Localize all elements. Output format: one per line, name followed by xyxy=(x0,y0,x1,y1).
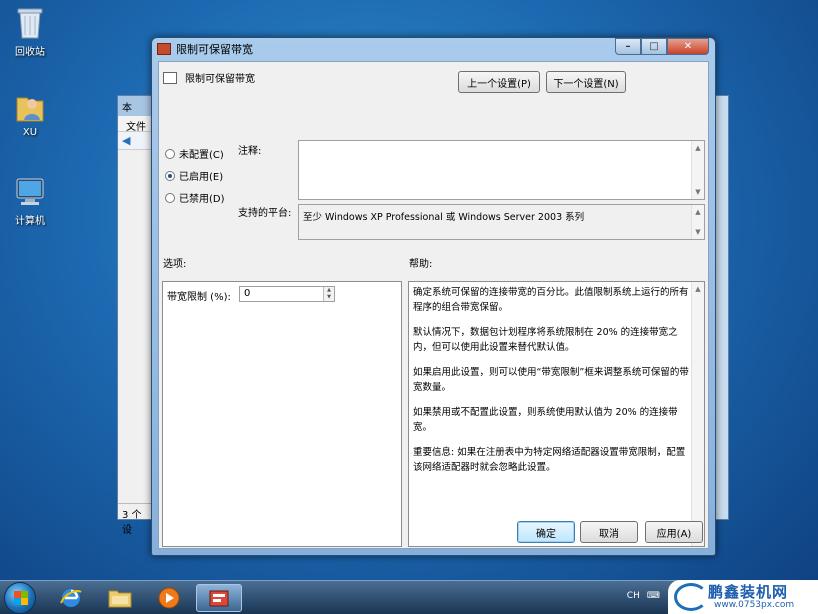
windows-logo-icon xyxy=(14,591,28,605)
desktop-icon-label: 计算机 xyxy=(15,216,45,227)
help-panel: 确定系统可保留的连接带宽的百分比。此值限制系统上运行的所有程序的组合带宽保留。 … xyxy=(408,281,705,547)
background-window-status-text: 3 个设 xyxy=(122,510,142,536)
policy-icon xyxy=(157,43,171,55)
radio-dot[interactable] xyxy=(165,148,175,159)
dialog-header: 限制可保留带宽 xyxy=(163,70,255,85)
background-window-title-text: 本 xyxy=(122,103,132,114)
options-label: 选项: xyxy=(163,259,187,270)
menu-file[interactable]: 文件 xyxy=(126,122,146,133)
site-url: www.0753px.com xyxy=(714,600,795,610)
user-folder-icon xyxy=(14,90,46,124)
bandwidth-limit-label: 带宽限制 (%): xyxy=(167,292,231,303)
comment-scrollbar[interactable]: ▲ ▼ xyxy=(691,141,704,199)
setting-icon xyxy=(163,71,177,84)
platform-field: 至少 Windows XP Professional 或 Windows Ser… xyxy=(298,204,705,240)
policy-dialog: 限制可保留带宽 – □ ✕ 限制可保留带宽 上一个设置(P) 下一个设置(N) … xyxy=(151,37,716,556)
desktop-icon-label: XU xyxy=(22,127,38,138)
back-arrow-icon[interactable]: ◀ xyxy=(122,134,130,147)
radio-dot[interactable] xyxy=(165,192,175,203)
taskbar-ie[interactable] xyxy=(48,584,94,612)
background-window-status: 3 个设 xyxy=(118,503,154,536)
site-logo-icon xyxy=(674,583,708,611)
taskbar-media-player[interactable] xyxy=(146,584,192,612)
options-panel: 带宽限制 (%): 0 ▲ ▼ xyxy=(162,281,402,547)
keyboard-icon[interactable]: ⌨ xyxy=(647,591,660,601)
internet-explorer-icon xyxy=(60,589,82,607)
platform-label: 支持的平台: xyxy=(238,208,292,219)
dialog-client: 限制可保留带宽 上一个设置(P) 下一个设置(N) 未配置(C) 已启用(E) … xyxy=(158,61,709,549)
help-paragraph: 重要信息: 如果在注册表中为特定网络适配器设置带宽限制，配置该网络适配器时就会忽… xyxy=(413,447,686,473)
next-setting-button[interactable]: 下一个设置(N) xyxy=(546,71,626,93)
help-label: 帮助: xyxy=(409,259,433,270)
help-paragraph: 默认情况下，数据包计划程序将系统限制在 20% 的连接带宽之内，但可以使用此设置… xyxy=(413,327,678,353)
folder-icon xyxy=(108,590,132,608)
window-controls: – □ ✕ xyxy=(615,38,709,55)
radio-dot[interactable] xyxy=(165,170,175,181)
help-text: 确定系统可保留的连接带宽的百分比。此值限制系统上运行的所有程序的组合带宽保留。 … xyxy=(413,286,690,486)
apply-button[interactable]: 应用(A) xyxy=(645,521,703,543)
radio-not-configured[interactable]: 未配置(C) xyxy=(165,146,224,161)
help-paragraph: 如果启用此设置，则可以使用“带宽限制”框来调整系统可保留的带宽数量。 xyxy=(413,367,689,393)
spin-down-icon[interactable]: ▼ xyxy=(323,294,334,301)
recycle-bin-icon xyxy=(14,6,46,40)
scroll-down-icon[interactable]: ▼ xyxy=(692,186,704,198)
bandwidth-limit-value: 0 xyxy=(244,288,251,299)
setting-name: 限制可保留带宽 xyxy=(185,74,255,85)
scroll-up-icon[interactable]: ▲ xyxy=(692,206,704,218)
taskbar-explorer[interactable] xyxy=(97,584,143,612)
comment-label: 注释: xyxy=(238,146,262,157)
taskbar-policy-editor[interactable] xyxy=(196,584,242,612)
language-indicator[interactable]: CH xyxy=(627,591,640,601)
start-button[interactable] xyxy=(4,582,36,614)
media-player-icon xyxy=(158,587,180,609)
cancel-button[interactable]: 取消 xyxy=(580,521,638,543)
policy-editor-icon xyxy=(209,590,229,607)
help-paragraph: 确定系统可保留的连接带宽的百分比。此值限制系统上运行的所有程序的组合带宽保留。 xyxy=(413,287,689,313)
minimize-button[interactable]: – xyxy=(615,38,641,55)
radio-disabled[interactable]: 已禁用(D) xyxy=(165,190,225,205)
platform-scrollbar[interactable]: ▲ ▼ xyxy=(691,205,704,239)
desktop-icon-user-folder[interactable]: XU xyxy=(0,90,60,138)
close-button[interactable]: ✕ xyxy=(667,38,709,55)
background-window-title: 本 xyxy=(118,96,154,116)
bandwidth-limit-input[interactable]: 0 ▲ ▼ xyxy=(239,286,335,302)
computer-icon xyxy=(14,175,46,209)
spin-up-icon[interactable]: ▲ xyxy=(323,287,334,294)
scroll-up-icon[interactable]: ▲ xyxy=(692,142,704,154)
background-window-toolbar: ◀ xyxy=(118,132,154,150)
radio-enabled[interactable]: 已启用(E) xyxy=(165,168,223,183)
radio-label: 未配置(C) xyxy=(179,150,224,161)
background-window-right-edge xyxy=(715,95,729,520)
site-name: 鹏鑫装机网 xyxy=(708,583,789,601)
help-scrollbar[interactable]: ▲▼ xyxy=(691,282,704,546)
background-window[interactable]: 本 文件 ◀ 3 个设 xyxy=(117,95,155,536)
dialog-titlebar[interactable]: 限制可保留带宽 xyxy=(157,41,253,57)
radio-label: 已启用(E) xyxy=(179,172,224,183)
desktop-icon-recycle-bin[interactable]: 回收站 xyxy=(0,6,60,58)
desktop-icon-label: 回收站 xyxy=(15,47,45,58)
scroll-up-icon[interactable]: ▲ xyxy=(692,283,704,295)
dialog-title: 限制可保留带宽 xyxy=(176,43,253,56)
help-paragraph: 如果禁用或不配置此设置，则系统使用默认值为 20% 的连接带宽。 xyxy=(413,407,678,433)
maximize-button[interactable]: □ xyxy=(641,38,667,55)
ok-button[interactable]: 确定 xyxy=(517,521,575,543)
scroll-down-icon[interactable]: ▼ xyxy=(692,226,704,238)
comment-textarea[interactable]: ▲ ▼ xyxy=(298,140,705,200)
platform-text: 至少 Windows XP Professional 或 Windows Ser… xyxy=(303,212,585,223)
background-window-menu[interactable]: 文件 xyxy=(118,116,154,133)
desktop-icon-computer[interactable]: 计算机 xyxy=(0,175,60,227)
previous-setting-button[interactable]: 上一个设置(P) xyxy=(458,71,540,93)
radio-label: 已禁用(D) xyxy=(179,194,225,205)
site-watermark: 鹏鑫装机网 www.0753px.com xyxy=(668,580,818,614)
